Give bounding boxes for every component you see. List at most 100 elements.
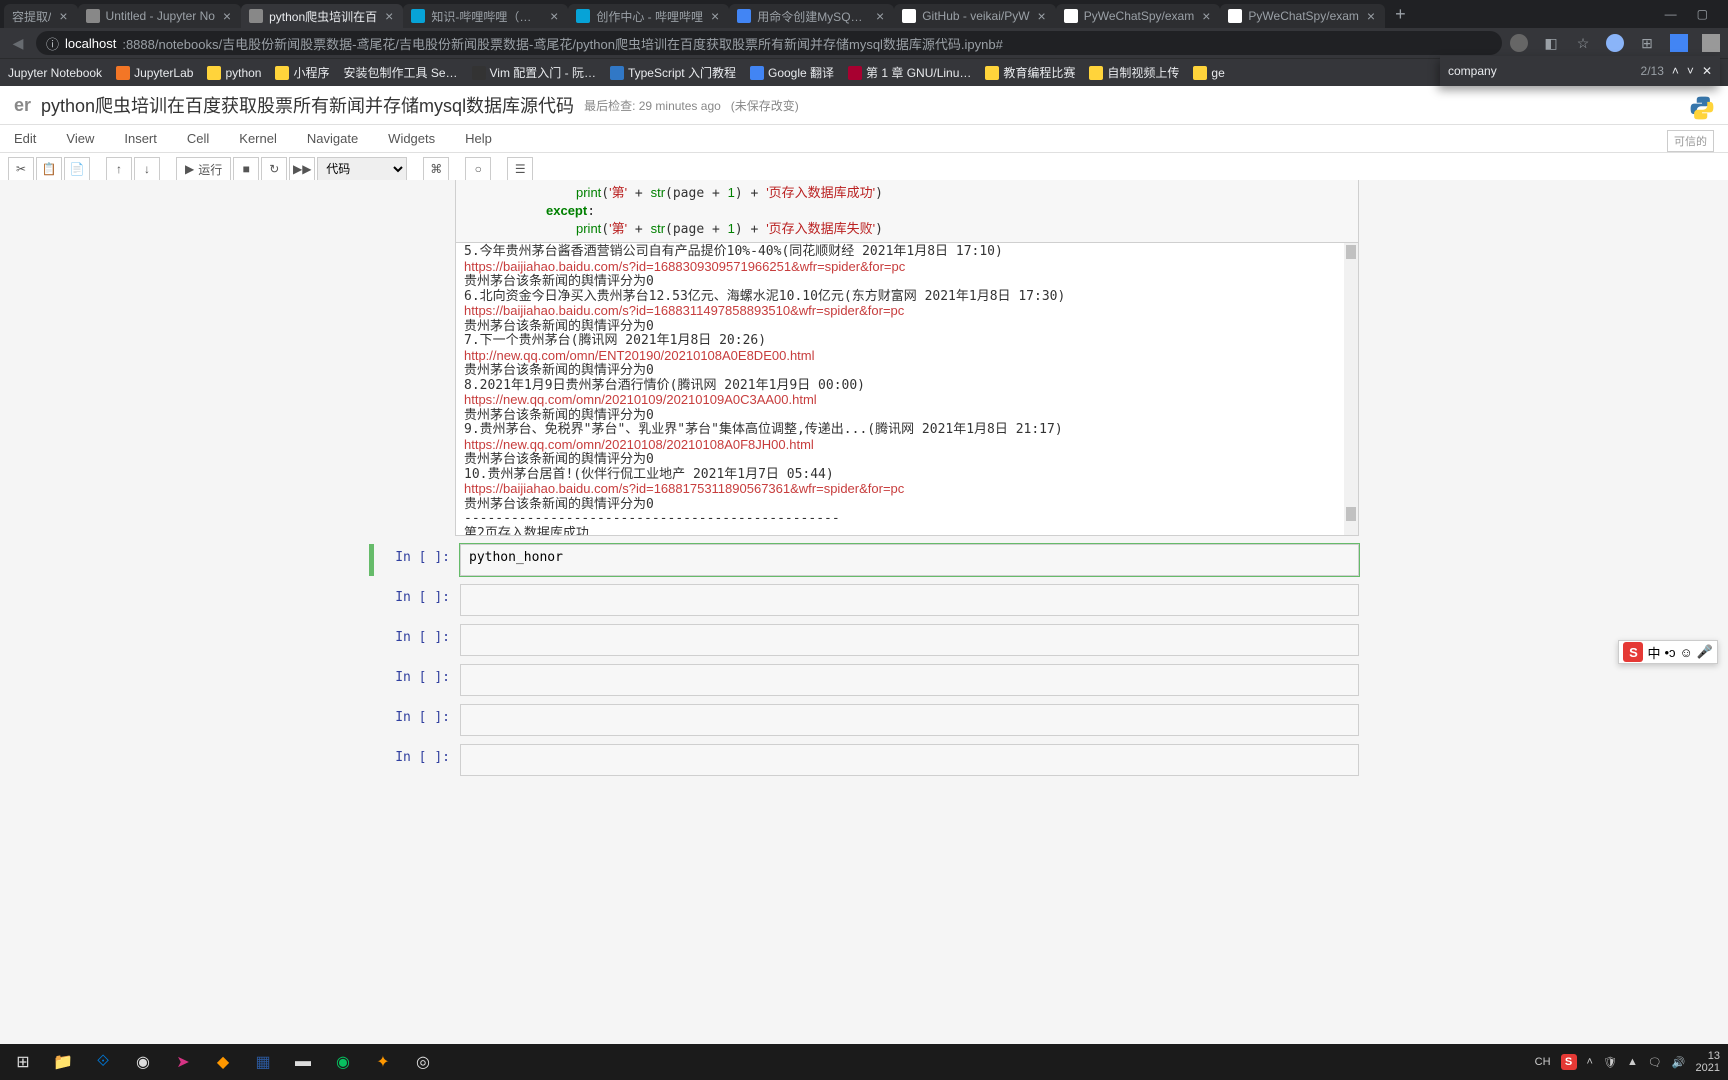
files-icon[interactable]: 📁 (48, 1047, 78, 1077)
output-scrollbar[interactable] (1344, 243, 1358, 535)
app-icon[interactable]: ✦ (368, 1047, 398, 1077)
ime-mode[interactable]: 中 (1647, 643, 1660, 662)
find-input[interactable] (1448, 64, 1633, 78)
ime-face-icon[interactable]: ☺ (1680, 645, 1693, 660)
menu-widgets[interactable]: Widgets (388, 131, 435, 146)
move-down-button[interactable]: ↓ (134, 157, 160, 181)
ext2-icon[interactable] (1670, 34, 1688, 52)
bookmark-edu[interactable]: 教育编程比赛 (985, 64, 1075, 81)
tab-5[interactable]: 用命令创建MySQL数× (729, 4, 894, 28)
menu-help[interactable]: Help (465, 131, 492, 146)
ime-punct-icon[interactable]: •ɔ (1664, 645, 1675, 660)
github-button[interactable]: ○ (465, 157, 491, 181)
puzzle-icon[interactable]: ⊞ (1638, 34, 1656, 52)
tray-chevron-icon[interactable]: ˄ (1587, 1056, 1593, 1068)
tab-3[interactable]: 知识-哔哩哔哩（゜-゜）× (403, 4, 568, 28)
tray-battery-icon[interactable]: 🗨 (1648, 1056, 1662, 1069)
close-icon[interactable]: × (548, 8, 560, 24)
ext3-icon[interactable] (1702, 34, 1720, 52)
tab-0[interactable]: 容提取/× (4, 4, 78, 28)
tray-wifi-icon[interactable]: ▲ (1627, 1056, 1638, 1068)
find-prev-icon[interactable]: ˄ (1672, 64, 1679, 78)
tab-8[interactable]: PyWeChatSpy/exam× (1220, 4, 1385, 28)
bookmark-vim[interactable]: Vim 配置入门 - 阮… (472, 64, 596, 81)
find-next-icon[interactable]: ˅ (1687, 64, 1694, 78)
cell-input[interactable]: python_honor (460, 544, 1359, 576)
code-cell[interactable]: In [ ]: (369, 704, 1359, 736)
menu-navigate[interactable]: Navigate (307, 131, 358, 146)
obs-icon[interactable]: ◎ (408, 1047, 438, 1077)
ime-mic-icon[interactable]: 🎤 (1697, 644, 1713, 660)
tab-4[interactable]: 创作中心 - 哔哩哔哩× (568, 4, 729, 28)
tray-sogou-icon[interactable]: S (1561, 1054, 1577, 1070)
cell-input[interactable] (460, 704, 1359, 736)
code-cell[interactable]: In [ ]: (369, 664, 1359, 696)
restart-button[interactable]: ↻ (261, 157, 287, 181)
menu-view[interactable]: View (66, 131, 94, 146)
word-icon[interactable]: ▦ (248, 1047, 278, 1077)
terminal-icon[interactable]: ▬ (288, 1047, 318, 1077)
find-close-icon[interactable]: ✕ (1702, 64, 1712, 78)
ime-toolbar[interactable]: S 中 •ɔ ☺ 🎤 (1618, 640, 1718, 664)
run-button[interactable]: ▶ 运行 (176, 157, 231, 181)
tray-time[interactable]: 13 (1696, 1050, 1720, 1062)
python-kernel-icon[interactable] (1688, 94, 1716, 122)
start-icon[interactable]: ⊞ (8, 1047, 38, 1077)
close-icon[interactable]: × (57, 8, 69, 24)
maximize-icon[interactable]: ▢ (1697, 7, 1708, 21)
code-cell[interactable]: In [ ]: (369, 624, 1359, 656)
cell-input[interactable] (460, 744, 1359, 776)
wechat-icon[interactable]: ◉ (328, 1047, 358, 1077)
menu-insert[interactable]: Insert (124, 131, 157, 146)
celltype-select[interactable]: 代码 (317, 157, 407, 181)
paste-button[interactable]: 📄 (64, 157, 90, 181)
bookmark-jupyterlab[interactable]: JupyterLab (116, 66, 193, 80)
move-up-button[interactable]: ↑ (106, 157, 132, 181)
code-cell[interactable]: In [ ]: (369, 584, 1359, 616)
url-input[interactable]: ⓘ localhost:8888/notebooks/吉电股份新闻股票数据-鸢尾… (36, 31, 1502, 55)
notebook-title[interactable]: python爬虫培训在百度获取股票所有新闻并存储mysql数据库源代码 (41, 92, 574, 118)
fast-forward-button[interactable]: ▶▶ (289, 157, 315, 181)
bookmark-python[interactable]: python (207, 66, 261, 80)
star-icon[interactable]: ☆ (1574, 34, 1592, 52)
tab-2[interactable]: python爬虫培训在百× (241, 4, 403, 28)
vscode-icon[interactable]: ⟐ (88, 1047, 118, 1077)
cursor-icon[interactable]: ➤ (168, 1047, 198, 1077)
bookmark-ge[interactable]: ge (1193, 66, 1224, 80)
tray-date[interactable]: 2021 (1696, 1062, 1720, 1074)
stop-button[interactable]: ■ (233, 157, 259, 181)
code-cell[interactable]: In [ ]: (369, 744, 1359, 776)
close-icon[interactable]: × (874, 8, 886, 24)
close-icon[interactable]: × (1036, 8, 1048, 24)
menu-cell[interactable]: Cell (187, 131, 209, 146)
tab-7[interactable]: PyWeChatSpy/exam× (1056, 4, 1221, 28)
cell-input[interactable] (460, 624, 1359, 656)
bookmark-typescript[interactable]: TypeScript 入门教程 (610, 64, 736, 81)
copy-button[interactable]: 📋 (36, 157, 62, 181)
bookmark-miniprogram[interactable]: 小程序 (275, 64, 329, 81)
close-icon[interactable]: × (709, 8, 721, 24)
command-palette-button[interactable]: ⌘ (423, 157, 449, 181)
trust-badge[interactable]: 可信的 (1667, 130, 1714, 152)
close-icon[interactable]: × (383, 8, 395, 24)
profile-icon[interactable] (1606, 34, 1624, 52)
cell-input[interactable] (460, 664, 1359, 696)
code-cell[interactable]: In [ ]:python_honor (369, 544, 1359, 576)
info-icon[interactable]: ⓘ (46, 34, 59, 53)
bookmark-video[interactable]: 自制视频上传 (1089, 64, 1179, 81)
bookmark-jupyter-notebook[interactable]: Jupyter Notebook (8, 66, 102, 80)
tab-1[interactable]: Untitled - Jupyter No× (78, 4, 242, 28)
toc-button[interactable]: ☰ (507, 157, 533, 181)
tray-lang[interactable]: CH (1535, 1056, 1551, 1068)
extension-icon[interactable]: ◧ (1542, 34, 1560, 52)
sogou-icon[interactable]: S (1623, 642, 1643, 662)
tray-shield-icon[interactable]: 🛡 (1603, 1056, 1617, 1069)
menu-edit[interactable]: Edit (14, 131, 36, 146)
cell-input[interactable] (460, 584, 1359, 616)
bookmark-install[interactable]: 安装包制作工具 Se… (343, 64, 457, 81)
back-icon[interactable]: ◀ (8, 35, 28, 52)
close-icon[interactable]: × (221, 8, 233, 24)
translate-icon[interactable] (1510, 34, 1528, 52)
sublime-icon[interactable]: ◆ (208, 1047, 238, 1077)
bookmark-google-translate[interactable]: Google 翻译 (750, 64, 834, 81)
